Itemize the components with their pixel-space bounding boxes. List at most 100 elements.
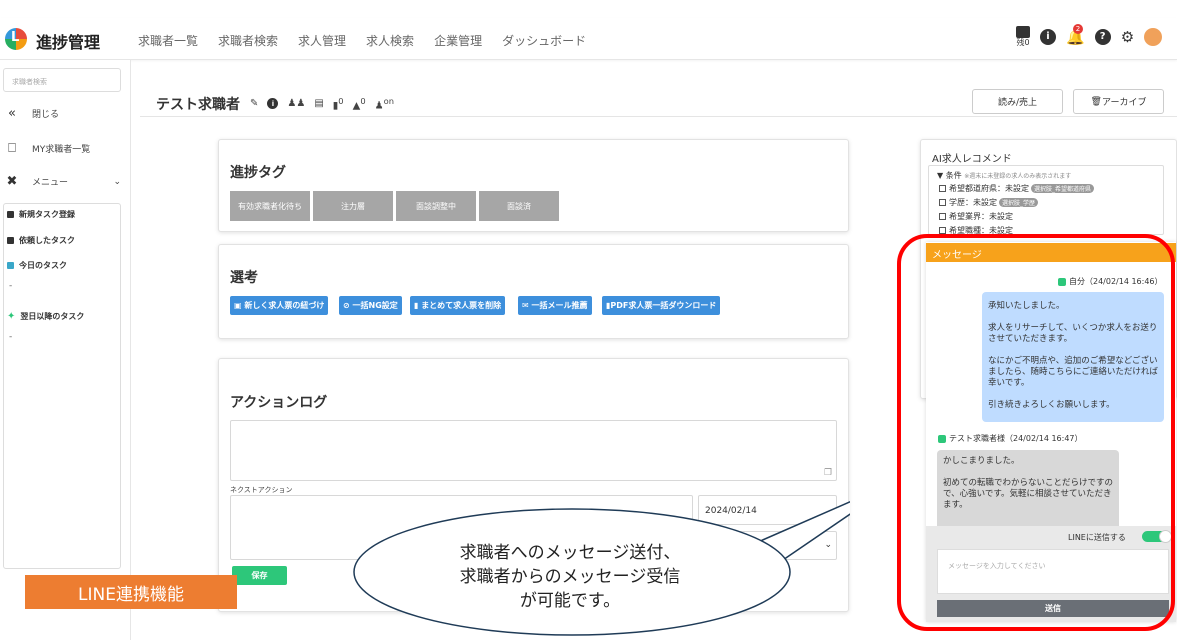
my-message-bubble: 承知いたしました。 求人をリサーチして、いくつか求人をお送りさせていただきます。… — [982, 292, 1164, 422]
document-count: 0 — [338, 96, 344, 106]
envelope-icon: ✉ — [522, 301, 532, 310]
sidebar-close[interactable]: « 閉じる — [0, 106, 59, 121]
checkbox[interactable] — [939, 185, 946, 192]
message-paragraph: かしこまりました。 — [943, 456, 1020, 466]
my-message-meta: 自分（24/02/14 16:46） — [1058, 276, 1163, 287]
thumbs-up-icon[interactable]: ▲0 — [353, 96, 366, 111]
users-icon[interactable]: ♟♟ — [287, 98, 305, 109]
tag-interview-scheduling[interactable]: 面談調整中 — [396, 191, 476, 221]
bulk-delete-button[interactable]: ▮ まとめて求人票を削除 — [410, 296, 506, 315]
person-status-label: on — [383, 96, 394, 106]
archive-button-label: アーカイブ — [1101, 98, 1147, 108]
condition-note: ※週末に未登録の求人のみ表示されます — [964, 173, 1072, 180]
nav-dashboard[interactable]: ダッシュボード — [502, 32, 586, 49]
header-icons: 残0 i 🔔 2 ? ⚙ — [1016, 23, 1163, 47]
checkbox[interactable] — [939, 227, 946, 234]
task-later-value: - — [9, 332, 13, 342]
archive-button[interactable]: 🗑 アーカイブ — [1073, 89, 1164, 114]
condition-item-label: 希望都道府県：未設定 — [949, 184, 1029, 193]
condition-item[interactable]: 希望業界：未設定 — [939, 211, 1013, 222]
link-new-job-button[interactable]: ▣ 新しく求人票の紐づけ — [230, 296, 329, 315]
condition-label: ▼ 条件 — [937, 171, 962, 180]
task-requested-label: 依頼したタスク — [19, 236, 75, 245]
checkbox[interactable] — [939, 213, 946, 220]
task-today-value: - — [9, 281, 13, 291]
nav-job-management[interactable]: 求人管理 — [298, 32, 346, 49]
double-chevron-left-icon: « — [8, 106, 16, 121]
sidebar-menu[interactable]: ✖ メニュー ⌄ — [0, 174, 121, 189]
task-later-label: 翌日以降のタスク — [20, 312, 85, 321]
bell-icon[interactable]: 🔔 2 — [1066, 23, 1085, 46]
person-status-icon[interactable]: ♟on — [375, 96, 394, 111]
tag-active-candidate[interactable]: 有効求職者化待ち — [230, 191, 310, 221]
condition-item-label: 希望業界：未設定 — [949, 212, 1013, 221]
chevron-down-icon: ⌄ — [113, 176, 121, 187]
message-paragraph: 求人をリサーチして、いくつか求人をお送りさせていただきます。 — [988, 323, 1158, 344]
remaining-counter[interactable]: 残0 — [1016, 26, 1030, 47]
nav-job-search[interactable]: 求人検索 — [366, 32, 414, 49]
logo-letter: L — [11, 30, 20, 45]
user-avatar[interactable] — [1144, 27, 1163, 46]
gear-icon[interactable]: ⚙ — [1121, 28, 1134, 46]
nav-candidate-list[interactable]: 求職者一覧 — [138, 32, 198, 49]
tools-icon: ✖ — [6, 174, 18, 189]
top-header: L 進捗管理 求職者一覧 求職者検索 求人管理 求人検索 企業管理 ダッシュボー… — [0, 18, 1177, 60]
selection-title: 選考 — [230, 270, 258, 286]
callout-line: 求職者へのメッセージ送付、 — [459, 543, 681, 563]
condition-item[interactable]: 学歴：未設定 選択肢_学歴 — [939, 197, 1039, 208]
read-sales-button[interactable]: 読み/売上 — [972, 89, 1063, 114]
brand-title[interactable]: 進捗管理 — [36, 29, 100, 53]
task-new-label: 新規タスク登録 — [19, 210, 75, 219]
tag-interviewed[interactable]: 面談済 — [479, 191, 559, 221]
their-message-meta: テスト求職者様（24/02/14 16:47） — [938, 433, 1083, 444]
sidebar-search-input[interactable]: 求職者検索 — [3, 68, 121, 92]
title-divider — [140, 116, 1177, 117]
sidebar-close-label: 閉じる — [32, 110, 60, 120]
condition-header[interactable]: ▼ 条件 ※週末に未登録の求人のみ表示されます — [937, 170, 1071, 181]
tag-focus[interactable]: 注力層 — [313, 191, 393, 221]
info-icon[interactable]: i — [1040, 28, 1056, 45]
message-header: メッセージ — [926, 243, 1176, 262]
message-input[interactable]: メッセージを入力してください — [937, 549, 1169, 594]
bulk-delete-label: まとめて求人票を削除 — [421, 301, 502, 310]
action-log-textarea[interactable] — [230, 420, 837, 481]
save-button[interactable]: 保存 — [232, 566, 287, 585]
plus-icon: ▣ — [234, 301, 245, 310]
callout-text: 求職者へのメッセージ送付、 求職者からのメッセージ受信 が可能です。 — [400, 541, 740, 613]
line-icon — [1058, 277, 1066, 286]
selection-card — [218, 244, 849, 339]
info-icon[interactable]: i — [267, 98, 279, 110]
pdf-download-button[interactable]: ▮ PDF求人票一括ダウンロード — [602, 296, 721, 315]
nav-company-management[interactable]: 企業管理 — [434, 32, 482, 49]
nav-candidate-search[interactable]: 求職者検索 — [218, 32, 278, 49]
help-icon[interactable]: ? — [1094, 28, 1111, 45]
send-button[interactable]: 送信 — [937, 600, 1169, 617]
next-action-label: ネクストアクション — [230, 486, 293, 494]
action-log-title: アクションログ — [230, 395, 328, 411]
edit-icon[interactable]: ✎ — [250, 98, 258, 109]
feature-label: LINE連携機能 — [25, 575, 237, 609]
task-today[interactable]: 今日のタスク — [7, 260, 67, 271]
checkbox[interactable] — [939, 199, 946, 206]
condition-item[interactable]: 希望職種：未設定 — [939, 225, 1013, 235]
id-card-icon[interactable]: ▤ — [314, 98, 323, 109]
toggle-knob — [1159, 530, 1172, 543]
task-new[interactable]: 新規タスク登録 — [7, 209, 75, 220]
trash-icon: ▮ — [414, 301, 422, 310]
remaining-label: 残0 — [1016, 38, 1030, 47]
condition-item-label: 希望職種：未設定 — [949, 226, 1013, 235]
document-icon[interactable]: ▮0 — [333, 96, 344, 111]
condition-item[interactable]: 希望都道府県：未設定 選択肢_希望都道府県 — [939, 183, 1095, 194]
line-send-toggle[interactable] — [1142, 530, 1172, 543]
bulk-email-button[interactable]: ✉ 一括メール推薦 — [518, 296, 592, 315]
app-logo[interactable]: L — [5, 28, 27, 50]
sidebar-menu-label: メニュー — [32, 178, 69, 188]
task-requested[interactable]: 依頼したタスク — [7, 235, 75, 246]
sidebar-item-my-list[interactable]: ⎕ MY求職者一覧 — [0, 141, 90, 156]
bulk-email-label: 一括メール推薦 — [531, 301, 588, 310]
bulk-ng-button[interactable]: ⊘ 一括NG設定 — [339, 296, 402, 315]
thumbs-up-count: 0 — [360, 96, 366, 106]
task-later[interactable]: ✦ 翌日以降のタスク — [7, 311, 84, 322]
bulk-ng-label: 一括NG設定 — [352, 301, 398, 310]
progress-tags-title: 進捗タグ — [230, 165, 286, 181]
